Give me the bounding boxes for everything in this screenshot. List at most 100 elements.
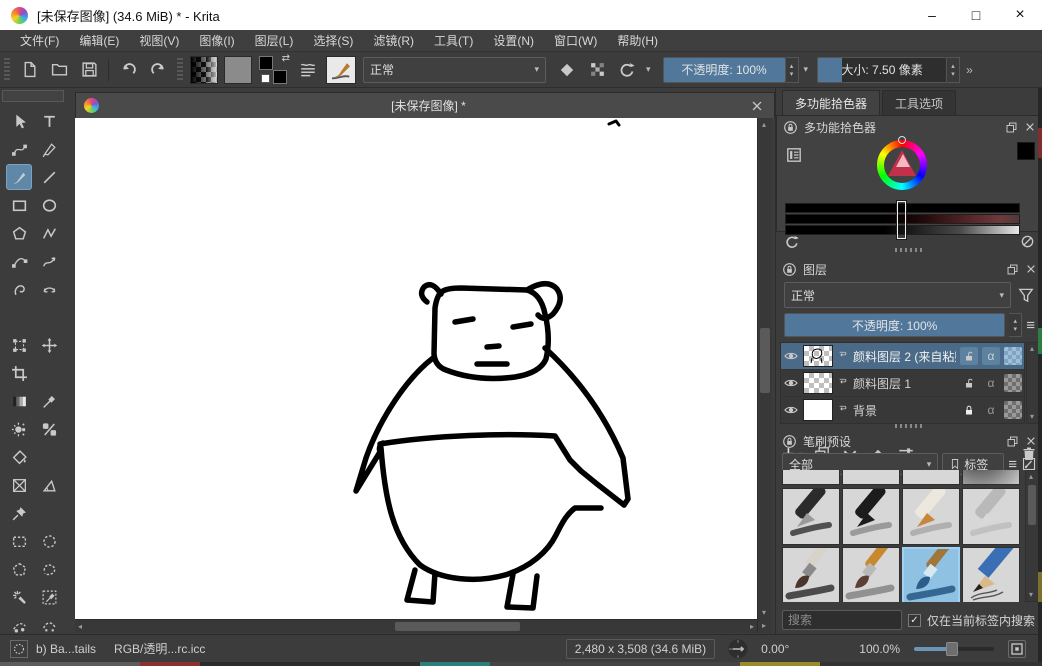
scope-checkbox[interactable]: ✓ xyxy=(908,614,921,627)
layers-menu-icon[interactable]: ≡ xyxy=(1026,317,1035,334)
tool-select-shapes[interactable] xyxy=(6,108,32,134)
blend-mode-dropdown[interactable]: 正常 ▾ xyxy=(363,57,546,83)
background-color-swatch[interactable] xyxy=(273,70,287,84)
layer-opacity-spinner[interactable]: ▴▾ xyxy=(1009,313,1022,337)
scroll-corner-icon[interactable]: ▸ xyxy=(762,622,766,630)
tool-colorize-mask[interactable] xyxy=(6,416,32,442)
brush-scroll-thumb[interactable] xyxy=(1028,485,1036,525)
tool-multibrush[interactable] xyxy=(36,276,62,302)
scroll-left-icon[interactable]: ◂ xyxy=(78,623,82,631)
pattern-chooser[interactable] xyxy=(224,56,252,84)
opacity-slider[interactable]: 不透明度: 100% xyxy=(663,57,786,83)
tool-polygon-select[interactable] xyxy=(6,556,32,582)
brush-preset[interactable] xyxy=(962,488,1020,545)
menu-settings[interactable]: 设置(N) xyxy=(483,32,544,49)
scroll-up-icon[interactable]: ▴ xyxy=(1030,345,1034,353)
selection-mode-icon[interactable] xyxy=(10,640,28,658)
brushes-close-icon[interactable] xyxy=(1025,435,1037,447)
current-brush-preset[interactable] xyxy=(326,56,356,84)
brush-composite-button[interactable] xyxy=(295,57,321,83)
layer-name[interactable]: 颜料图层 1 xyxy=(853,375,956,392)
menu-image[interactable]: 图像(I) xyxy=(189,32,244,49)
hscroll-thumb[interactable] xyxy=(395,622,520,631)
zoom-slider[interactable] xyxy=(914,647,994,651)
tool-bezier[interactable] xyxy=(6,248,32,274)
panel-resize-handle[interactable] xyxy=(895,424,925,428)
menu-tools[interactable]: 工具(T) xyxy=(424,32,483,49)
toolbar-drag-handle[interactable] xyxy=(4,58,10,82)
maximize-button[interactable]: □ xyxy=(954,0,998,30)
tool-move[interactable] xyxy=(36,332,62,358)
tool-smart-patch[interactable] xyxy=(36,416,62,442)
save-button[interactable] xyxy=(76,57,102,83)
fg-bg-colors[interactable]: ⇄ xyxy=(259,56,289,84)
menu-layer[interactable]: 图层(L) xyxy=(245,32,304,49)
hue-marker[interactable] xyxy=(898,136,906,144)
layer-alpha-toggle[interactable]: α xyxy=(982,347,1000,365)
layer-lock-icon[interactable] xyxy=(963,377,975,389)
selector-shape-button[interactable] xyxy=(785,146,803,164)
zoom-slider-knob[interactable] xyxy=(946,642,958,656)
layer-alpha-toggle[interactable]: α xyxy=(982,374,1000,392)
canvas-vscrollbar[interactable]: ▴ ▾ ▸ xyxy=(757,118,772,633)
tool-contiguous-select[interactable] xyxy=(6,584,32,610)
layer-inherit-alpha-toggle[interactable] xyxy=(1004,374,1022,392)
brush-preset[interactable] xyxy=(782,470,840,485)
brushes-float-icon[interactable] xyxy=(1006,435,1019,448)
brush-preset[interactable] xyxy=(842,488,900,545)
scroll-down-icon[interactable]: ▾ xyxy=(1029,591,1033,599)
color-wheel[interactable] xyxy=(877,140,927,190)
opacity-dropdown-arrow[interactable]: ▾ xyxy=(804,64,809,75)
layer-lock-icon[interactable] xyxy=(963,404,975,416)
layer-name[interactable]: 背景 xyxy=(853,402,956,419)
visibility-eye-icon[interactable] xyxy=(783,375,799,391)
tool-assistants[interactable] xyxy=(6,472,32,498)
layers-close-icon[interactable] xyxy=(1025,263,1037,275)
scroll-up-icon[interactable]: ▴ xyxy=(762,121,766,129)
reload-dropdown-arrow[interactable]: ▾ xyxy=(646,64,651,75)
document-close-icon[interactable] xyxy=(750,99,764,113)
tool-similar-select[interactable] xyxy=(36,584,62,610)
panel-float-icon[interactable] xyxy=(1005,121,1018,134)
visibility-eye-icon[interactable] xyxy=(783,402,799,418)
brush-preset[interactable] xyxy=(782,488,840,545)
fit-zoom-button[interactable] xyxy=(1008,640,1026,658)
visibility-eye-icon[interactable] xyxy=(783,348,799,364)
brush-preset[interactable] xyxy=(962,470,1020,485)
brush-preset[interactable] xyxy=(782,547,840,602)
minimize-button[interactable]: – xyxy=(910,0,954,30)
brush-preset[interactable] xyxy=(842,547,900,602)
tool-line[interactable] xyxy=(36,164,62,190)
canvas-rotation-icon[interactable] xyxy=(727,638,749,660)
tool-calligraphy[interactable] xyxy=(36,136,62,162)
menu-view[interactable]: 视图(V) xyxy=(129,32,189,49)
panel-close-icon[interactable] xyxy=(1024,121,1036,133)
menu-window[interactable]: 窗口(W) xyxy=(544,32,607,49)
brush-preset[interactable] xyxy=(902,470,960,485)
scroll-right-icon[interactable]: ▸ xyxy=(750,623,754,631)
tool-ellipse-select[interactable] xyxy=(36,528,62,554)
layer-row-paint2[interactable]: 颜料图层 2 (来自粘贴) α xyxy=(781,343,1024,370)
tool-polygon[interactable] xyxy=(6,220,32,246)
layer-style-arrow-icon[interactable] xyxy=(837,350,849,362)
document-titlebar[interactable]: [未保存图像] * xyxy=(75,92,775,118)
menu-edit[interactable]: 编辑(E) xyxy=(69,32,129,49)
undo-button[interactable] xyxy=(115,57,141,83)
foreground-color-swatch[interactable] xyxy=(259,56,273,70)
scroll-up-icon[interactable]: ▴ xyxy=(1029,473,1033,481)
tab-tool-options[interactable]: 工具选项 xyxy=(882,90,956,115)
image-dimensions[interactable]: 2,480 x 3,508 (34.6 MiB) xyxy=(566,639,715,659)
tab-advanced-color-selector[interactable]: 多功能拾色器 xyxy=(782,90,880,115)
menu-help[interactable]: 帮助(H) xyxy=(607,32,668,49)
tool-polyline[interactable] xyxy=(36,220,62,246)
menu-filter[interactable]: 滤镜(R) xyxy=(363,32,424,49)
layers-float-icon[interactable] xyxy=(1006,263,1019,276)
tool-measure[interactable] xyxy=(36,472,62,498)
close-button[interactable]: × xyxy=(998,0,1042,30)
reload-preset-button[interactable] xyxy=(614,57,640,83)
layers-lock-icon[interactable] xyxy=(782,262,797,277)
panel-lock-icon[interactable] xyxy=(783,120,798,135)
brush-grid-scrollbar[interactable]: ▴ ▾ xyxy=(1025,470,1039,602)
vscroll-thumb[interactable] xyxy=(760,328,770,393)
toolbar-overflow-button[interactable]: » xyxy=(966,63,973,77)
